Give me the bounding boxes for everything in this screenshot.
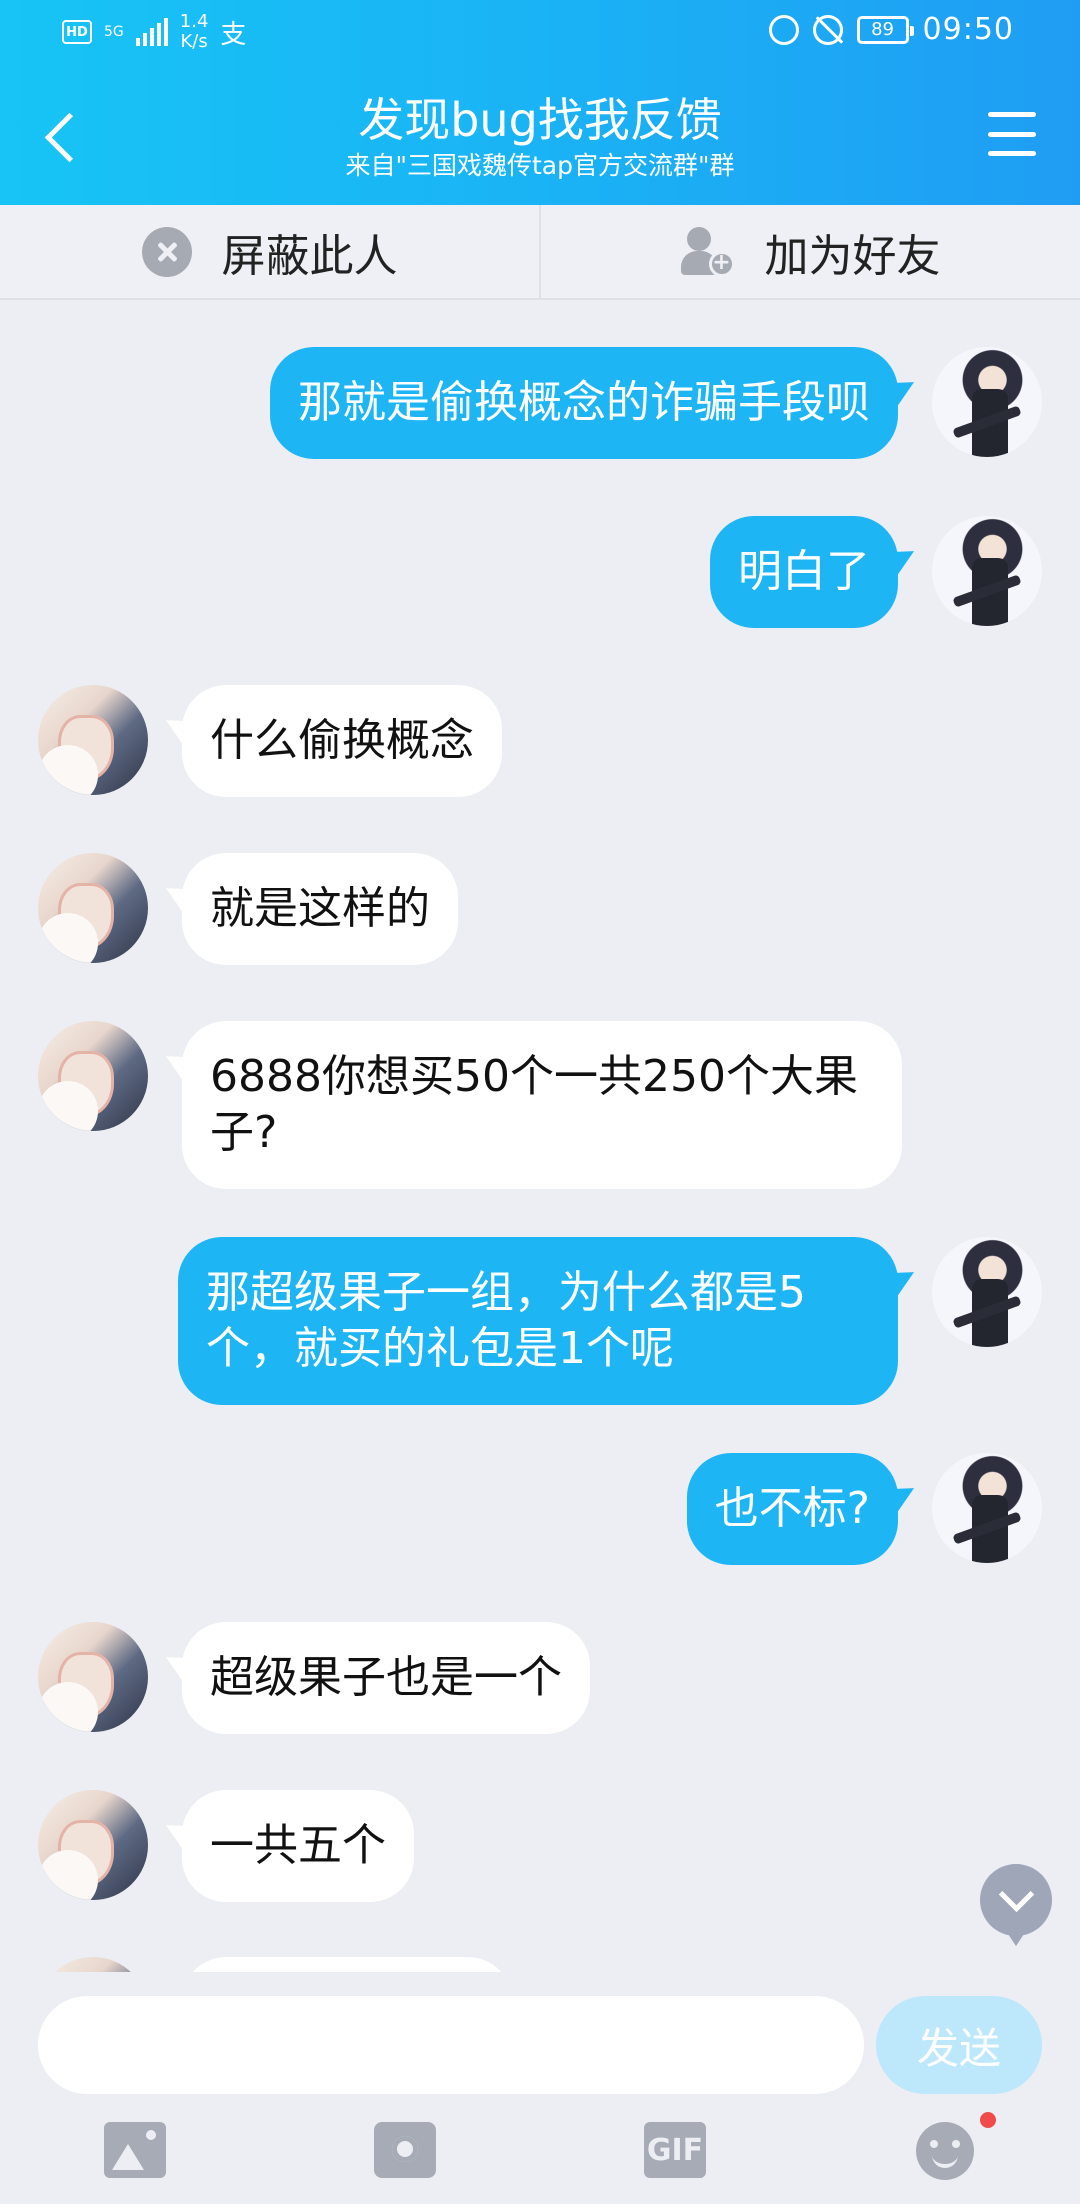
menu-icon-line [988,112,1036,117]
message-list[interactable]: 那就是偷换概念的诈骗手段呗 明白了 什么偷换概念 就是这样的 6888你想买50… [0,300,1080,1972]
message-bubble-received[interactable]: 6888你想买50个一共250个大果子? [182,1021,902,1189]
page-subtitle: 来自"三国戏魏传tap官方交流群"群 [345,151,735,180]
hd-icon: HD [62,20,92,44]
message-bubble-received[interactable]: 就是这样的 [182,853,458,965]
my-avatar[interactable] [932,516,1042,626]
input-toolbar: GIF [0,2112,1080,2204]
network-type: 5G [104,25,124,39]
status-left: HD 5G 1.4 K/s 支 [62,12,246,52]
block-user-label: 屏蔽此人 [221,230,398,282]
status-bar: HD 5G 1.4 K/s 支 89 09:50 [0,0,1080,68]
clock: 09:50 [922,12,1014,47]
page-title: 发现bug找我反馈 [358,93,722,147]
menu-icon-line [988,151,1036,156]
input-area: 发送 GIF [0,1972,1080,2204]
network-type-label: 5G [104,24,124,40]
alarm-icon [768,14,799,45]
my-avatar[interactable] [932,1237,1042,1347]
gif-icon[interactable]: GIF [644,2122,706,2178]
emoji-icon[interactable] [916,2122,974,2180]
add-friend-button[interactable]: + 加为好友 [539,205,1080,298]
mute-icon [812,14,843,45]
network-speed: 1.4 K/s [180,12,209,52]
signal-icon [135,18,168,46]
sender-avatar[interactable] [38,1622,148,1732]
add-friend-label: 加为好友 [764,230,941,282]
status-right: 89 09:50 [768,12,1014,47]
message-bubble-sent[interactable]: 那就是偷换概念的诈骗手段呗 [270,347,898,459]
scroll-to-bottom-button[interactable] [980,1864,1052,1946]
message-bubble-received[interactable]: 一共五个 [182,1790,414,1902]
message-bubble-sent[interactable]: 那超级果子一组，为什么都是5个，就买的礼包是1个呢 [178,1237,898,1405]
message-input[interactable] [38,1996,864,2094]
speed-value: 1.4 [179,11,209,32]
action-bar: 屏蔽此人 + 加为好友 [0,205,1080,300]
sender-avatar[interactable] [38,853,148,963]
sender-avatar[interactable] [38,1957,148,1972]
camera-icon[interactable] [374,2122,436,2178]
battery-icon: 89 [856,15,914,44]
menu-icon-line [988,131,1036,137]
notification-dot [980,2112,996,2128]
image-icon[interactable] [104,2122,166,2178]
message-bubble-sent[interactable]: 明白了 [710,516,898,628]
message-bubble-received[interactable] [182,1957,512,1972]
message-bubble-received[interactable]: 什么偷换概念 [182,685,502,797]
message-bubble-sent[interactable]: 也不标? [686,1453,898,1565]
send-button[interactable]: 发送 [876,1996,1042,2094]
sender-avatar[interactable] [38,1790,148,1900]
menu-button[interactable] [988,112,1036,156]
my-avatar[interactable] [932,347,1042,457]
battery-level: 89 [871,19,894,40]
sender-avatar[interactable] [38,685,148,795]
header-bar: HD 5G 1.4 K/s 支 89 09:50 发现bug找我反馈 来自"三国… [0,0,1080,205]
block-icon [141,226,192,277]
message-bubble-received[interactable]: 超级果子也是一个 [182,1622,590,1734]
add-friend-icon: + [680,226,735,277]
alipay-icon: 支 [220,19,247,50]
my-avatar[interactable] [932,1453,1042,1563]
block-user-button[interactable]: 屏蔽此人 [0,205,539,298]
speed-unit: K/s [180,31,208,52]
sender-avatar[interactable] [38,1021,148,1131]
